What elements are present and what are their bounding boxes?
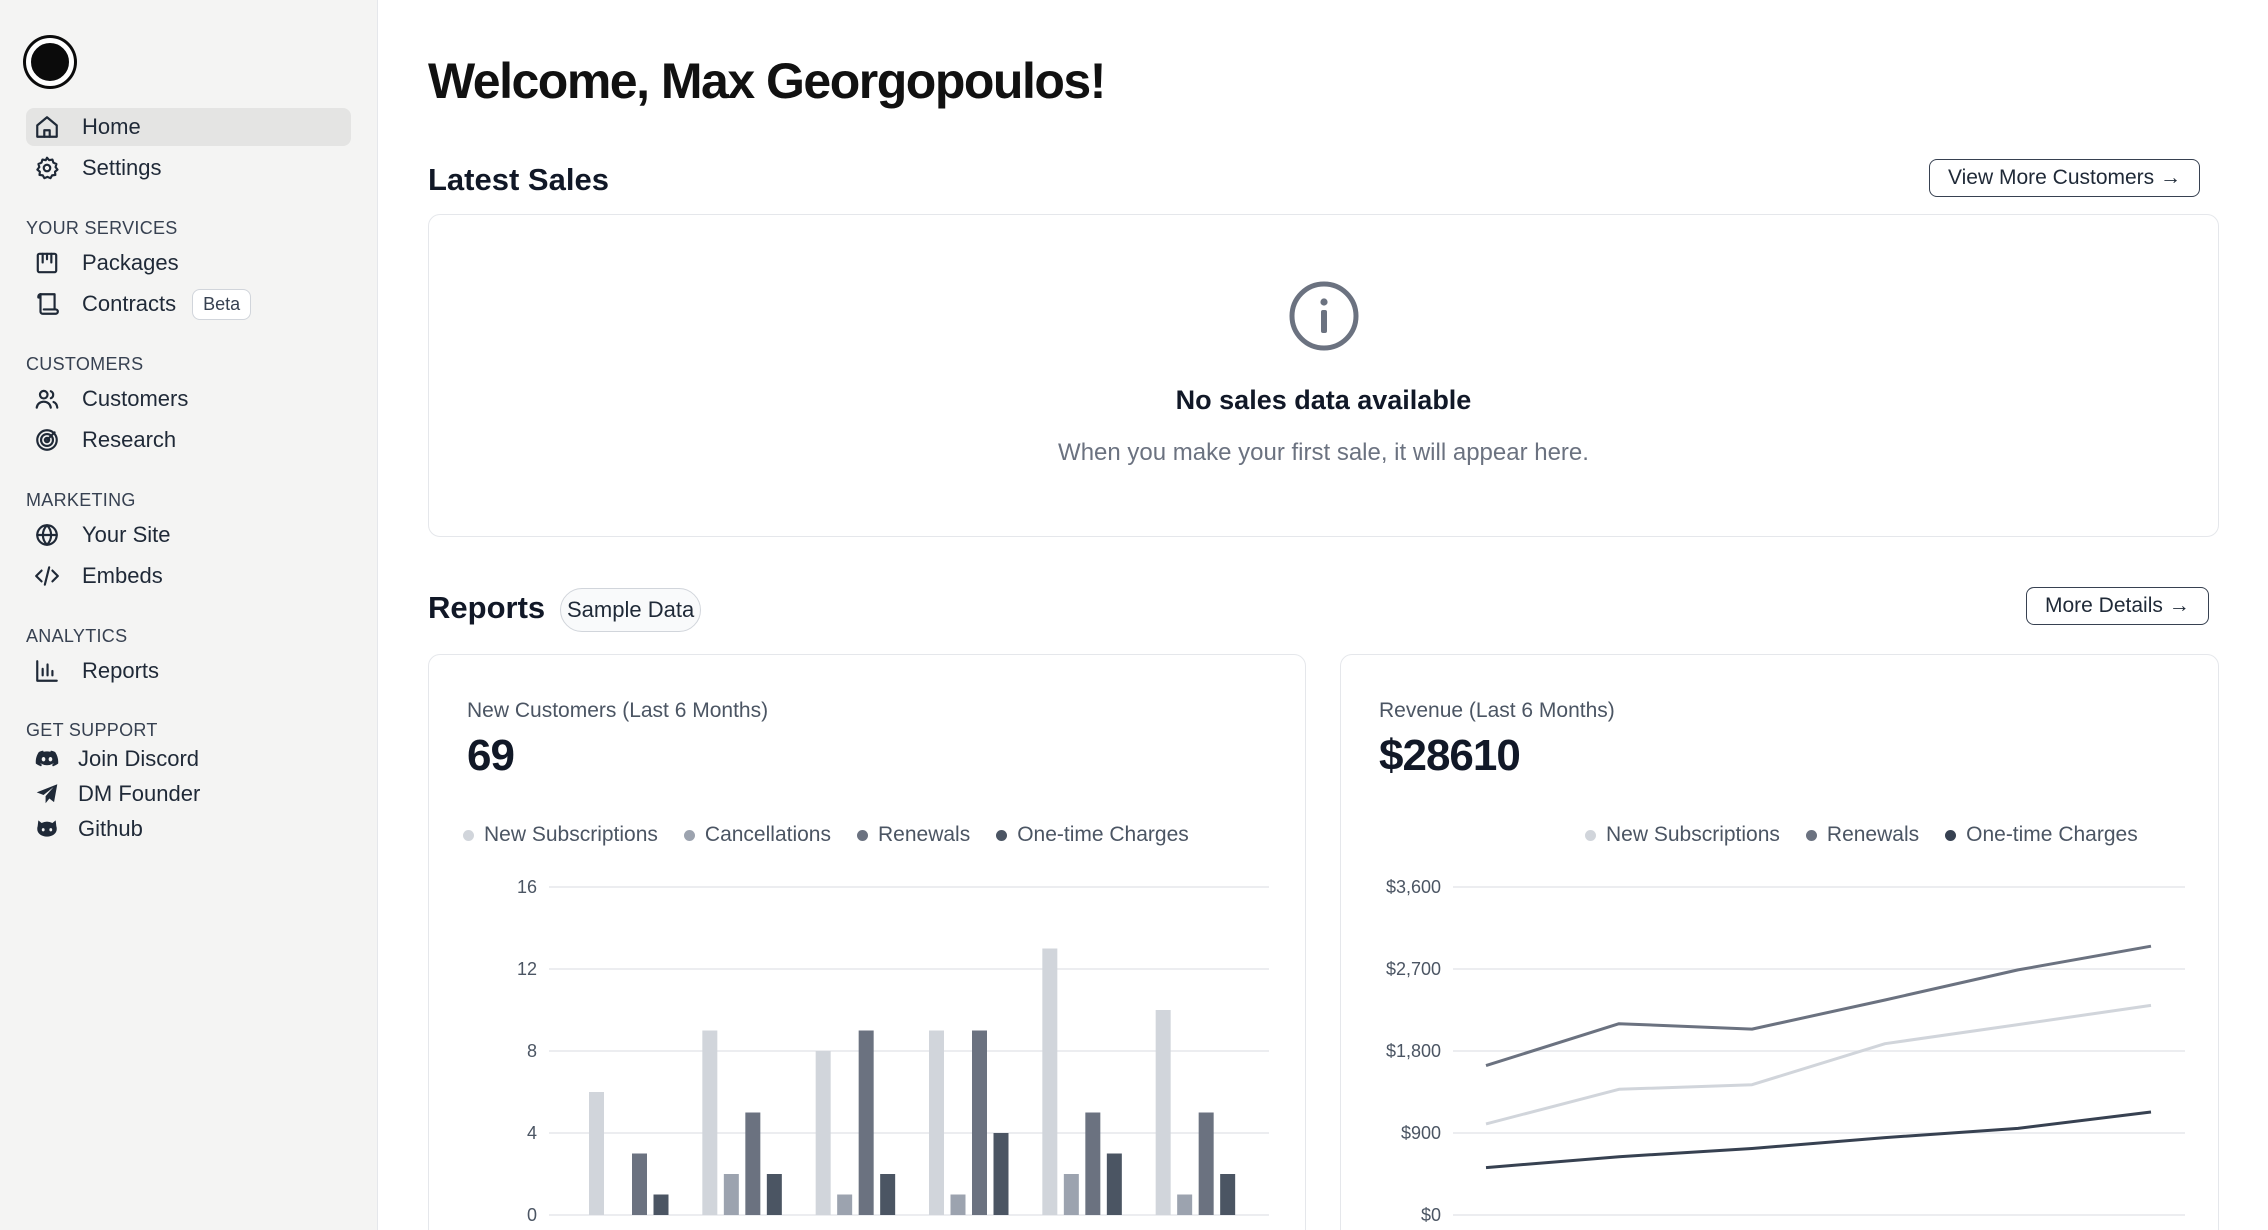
gear-icon xyxy=(32,153,62,183)
bar-chart: 0 4 8 12 16 xyxy=(517,877,1269,1225)
github-icon xyxy=(32,814,62,844)
sidebar-item-label: Your Site xyxy=(82,522,171,547)
sidebar-item-label: Reports xyxy=(82,658,160,683)
bar xyxy=(1063,1174,1079,1215)
bar xyxy=(632,1153,647,1215)
sidebar-item-label: Packages xyxy=(82,250,179,275)
view-more-customers-button[interactable]: View More Customers → xyxy=(1929,159,2201,197)
y-tick-label: $0 xyxy=(1421,1205,1441,1225)
info-icon xyxy=(1289,281,1358,351)
sidebar-item-contracts[interactable]: Contracts Beta xyxy=(26,285,351,323)
bar xyxy=(1155,1010,1171,1215)
y-tick-label: $1,800 xyxy=(1386,1041,1441,1061)
sidebar-item-label: Home xyxy=(82,114,141,139)
section-label-customers: CUSTOMERS xyxy=(26,354,144,374)
sidebar-item-label: Github xyxy=(78,816,143,841)
series-line xyxy=(1485,1110,2152,1170)
sidebar-item-label: Join Discord xyxy=(78,746,200,771)
bar xyxy=(745,1112,761,1215)
bar xyxy=(1042,948,1058,1215)
logo[interactable] xyxy=(26,38,74,86)
bar xyxy=(702,1030,718,1215)
bar xyxy=(589,1092,604,1215)
sidebar-item-github[interactable]: Github xyxy=(26,812,351,846)
sidebar-item-reports[interactable]: Reports xyxy=(26,652,351,690)
bar xyxy=(972,1030,987,1215)
globe-icon xyxy=(32,520,62,550)
sidebar-item-label: DM Founder xyxy=(78,781,201,806)
bar xyxy=(929,1030,944,1215)
sidebar: Home Settings YOUR SERVICES Packages Con… xyxy=(0,0,378,1230)
line-chart: $0 $900 $1,800 $2,700 $3,600 xyxy=(1386,877,2185,1225)
sidebar-item-packages[interactable]: Packages xyxy=(26,244,351,282)
sidebar-item-home[interactable]: Home xyxy=(26,108,351,146)
y-tick-label: 8 xyxy=(527,1041,537,1061)
section-label-services: YOUR SERVICES xyxy=(26,218,178,238)
bar xyxy=(653,1194,669,1215)
y-tick-label: 0 xyxy=(527,1205,537,1225)
bar xyxy=(858,1030,874,1215)
bar xyxy=(880,1174,896,1215)
latest-sales-title: Latest Sales xyxy=(428,162,609,197)
bar xyxy=(1198,1112,1214,1215)
sidebar-item-label: Research xyxy=(82,427,177,452)
code-icon xyxy=(32,561,62,591)
sidebar-item-label: Contracts xyxy=(82,291,177,316)
y-tick-label: 12 xyxy=(517,959,537,979)
more-details-button[interactable]: More Details → xyxy=(2026,587,2209,625)
scroll-icon xyxy=(32,289,62,319)
y-tick-label: $900 xyxy=(1401,1123,1441,1143)
sidebar-item-research[interactable]: Research xyxy=(26,421,351,459)
sidebar-item-your-site[interactable]: Your Site xyxy=(26,516,351,554)
empty-state-title: No sales data available xyxy=(1175,385,1472,415)
revenue-card: Revenue (Last 6 Months) $28610 New Subsc… xyxy=(1340,654,2219,1230)
discord-icon xyxy=(32,744,62,774)
bar xyxy=(766,1174,782,1215)
package-icon xyxy=(32,248,62,278)
series-line xyxy=(1485,944,2152,1068)
sidebar-item-customers[interactable]: Customers xyxy=(26,380,351,418)
series-line xyxy=(1485,1003,2152,1126)
bar xyxy=(1220,1174,1236,1215)
section-label-support: GET SUPPORT xyxy=(26,720,158,740)
sidebar-item-settings[interactable]: Settings xyxy=(26,149,351,187)
section-label-analytics: ANALYTICS xyxy=(26,626,128,646)
send-icon xyxy=(32,779,62,809)
bar xyxy=(1085,1112,1101,1215)
bar xyxy=(723,1174,739,1215)
reports-title: Reports xyxy=(428,590,546,625)
bar xyxy=(815,1051,831,1215)
sidebar-item-label: Customers xyxy=(82,386,189,411)
sidebar-item-embeds[interactable]: Embeds xyxy=(26,557,351,595)
page-title: Welcome, Max Georgopoulos! xyxy=(428,53,1106,109)
home-icon xyxy=(32,112,62,142)
y-tick-label: $2,700 xyxy=(1386,959,1441,979)
sidebar-item-join-discord[interactable]: Join Discord xyxy=(26,742,351,776)
target-icon xyxy=(32,425,62,455)
sidebar-item-dm-founder[interactable]: DM Founder xyxy=(26,777,351,811)
y-tick-label: 4 xyxy=(527,1123,537,1143)
sidebar-item-label: Settings xyxy=(82,155,162,180)
users-icon xyxy=(32,384,62,414)
bar xyxy=(993,1133,1009,1215)
latest-sales-card: No sales data available When you make yo… xyxy=(428,214,2219,537)
section-label-marketing: MARKETING xyxy=(26,490,136,510)
sample-data-chip: Sample Data xyxy=(560,588,702,632)
bar xyxy=(1177,1194,1193,1215)
bar xyxy=(837,1194,853,1215)
y-tick-label: 16 xyxy=(517,877,537,897)
y-tick-label: $3,600 xyxy=(1386,877,1441,897)
new-customers-card: New Customers (Last 6 Months) 69 New Sub… xyxy=(428,654,1306,1230)
empty-state-subtitle: When you make your first sale, it will a… xyxy=(1058,439,1589,466)
bar-chart-icon xyxy=(32,656,62,686)
beta-badge: Beta xyxy=(192,288,252,320)
sidebar-item-label: Embeds xyxy=(82,563,163,588)
bar xyxy=(1106,1153,1122,1215)
bar xyxy=(950,1194,966,1215)
